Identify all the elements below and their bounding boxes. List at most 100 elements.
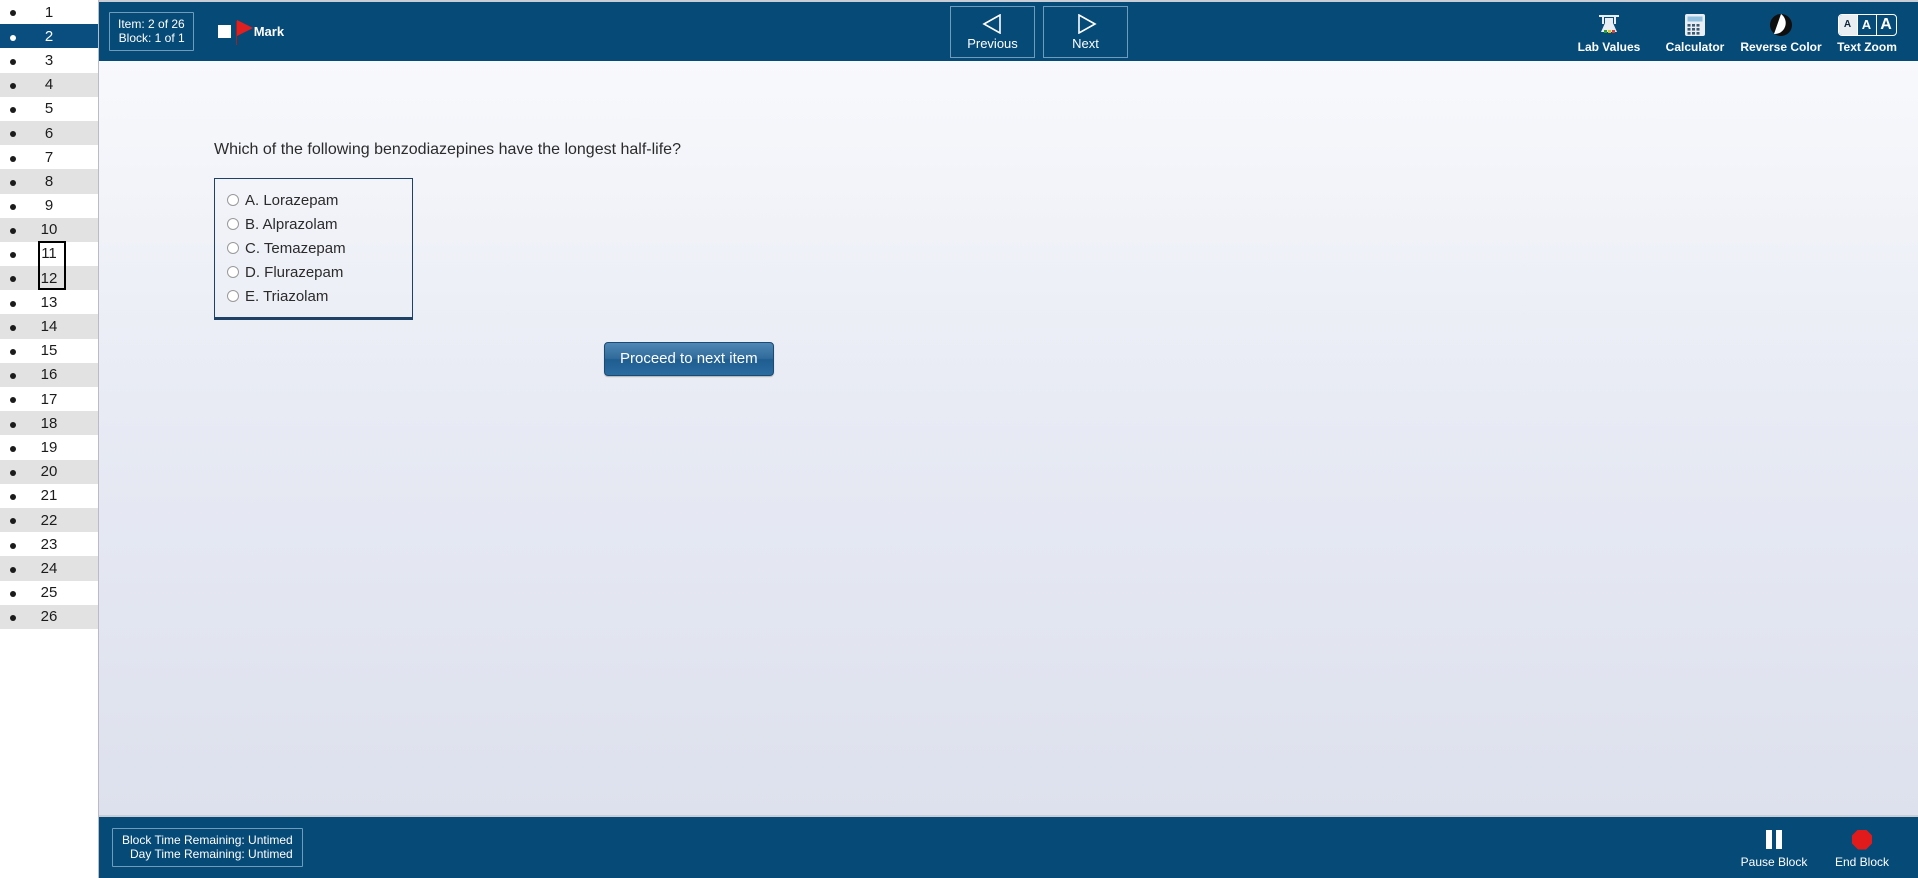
nav-item-number: 9 [44, 197, 54, 215]
nav-item-2[interactable]: 2 [0, 24, 98, 49]
nav-item-number: 1 [44, 3, 54, 21]
nav-item-11[interactable]: 11 [0, 241, 98, 267]
nav-item-bullet [0, 440, 26, 454]
nav-item-number: 26 [40, 608, 58, 626]
answer-radio-button[interactable] [227, 242, 239, 254]
stop-icon [1852, 829, 1872, 851]
proceed-to-next-item-button[interactable]: Proceed to next item [604, 342, 774, 376]
nav-item-bullet [0, 223, 26, 237]
end-block-button[interactable]: End Block [1824, 829, 1900, 869]
nav-item-15[interactable]: 15 [0, 338, 98, 363]
calculator-label: Calculator [1665, 39, 1725, 54]
answer-option-label: D. Flurazepam [245, 263, 344, 281]
main-column: Item: 2 of 26 Block: 1 of 1 Mark Previou… [99, 0, 1918, 878]
nav-item-number: 6 [44, 124, 54, 142]
text-zoom-small[interactable]: A [1838, 14, 1858, 35]
mark-label: Mark [253, 24, 285, 39]
next-label: Next [1072, 35, 1099, 51]
answer-option-b[interactable]: B. Alprazolam [215, 212, 412, 236]
nav-item-number: 4 [44, 76, 54, 94]
nav-item-20[interactable]: 20 [0, 459, 98, 484]
calculator-button[interactable]: Calculator [1652, 4, 1738, 62]
previous-label: Previous [967, 35, 1018, 51]
nav-item-bullet [0, 586, 26, 600]
previous-button[interactable]: Previous [950, 6, 1035, 58]
nav-item-22[interactable]: 22 [0, 507, 98, 533]
lab-values-button[interactable]: Lab Values [1566, 4, 1652, 62]
answer-option-d[interactable]: D. Flurazepam [215, 260, 412, 284]
nav-item-number: 22 [40, 511, 58, 529]
nav-item-16[interactable]: 16 [0, 362, 98, 387]
pause-block-label: Pause Block [1740, 854, 1808, 869]
text-zoom-icon: A A A [1837, 12, 1897, 38]
nav-item-number: 15 [40, 342, 58, 360]
reverse-color-button[interactable]: Reverse Color [1738, 4, 1824, 62]
reverse-color-label: Reverse Color [1740, 39, 1822, 54]
block-controls: Pause Block End Block [1736, 817, 1900, 878]
nav-item-24[interactable]: 24 [0, 556, 98, 581]
nav-item-5[interactable]: 5 [0, 96, 98, 121]
answer-radio-button[interactable] [227, 194, 239, 206]
nav-item-bullet [0, 295, 26, 309]
tool-buttons: Lab Values Calculator Reverse Color A A … [1566, 2, 1910, 63]
answer-radio-button[interactable] [227, 218, 239, 230]
nav-item-number: 17 [40, 390, 58, 408]
nav-item-4[interactable]: 4 [0, 72, 98, 97]
pause-block-button[interactable]: Pause Block [1736, 829, 1812, 869]
nav-item-number: 19 [40, 438, 58, 456]
nav-item-bullet [0, 150, 26, 164]
nav-item-19[interactable]: 19 [0, 435, 98, 460]
nav-item-bullet [0, 513, 26, 527]
next-arrow-icon [1073, 13, 1099, 36]
nav-item-number: 21 [40, 487, 58, 505]
nav-item-number: 7 [44, 148, 54, 166]
nav-item-8[interactable]: 8 [0, 169, 98, 194]
nav-item-number: 25 [40, 584, 58, 602]
question-content-area: Which of the following benzodiazepines h… [99, 61, 1918, 815]
nav-item-number: 3 [44, 51, 54, 69]
answer-option-label: B. Alprazolam [245, 215, 338, 233]
answer-option-c[interactable]: C. Temazepam [215, 236, 412, 260]
nav-item-number: 14 [40, 318, 58, 336]
nav-item-bullet [0, 537, 26, 551]
nav-item-17[interactable]: 17 [0, 387, 98, 412]
answer-radio-button[interactable] [227, 290, 239, 302]
nav-item-25[interactable]: 25 [0, 580, 98, 605]
answer-option-e[interactable]: E. Triazolam [215, 284, 412, 308]
nav-item-21[interactable]: 21 [0, 483, 98, 508]
text-zoom-large[interactable]: A [1877, 15, 1896, 35]
mark-checkbox[interactable] [217, 25, 231, 38]
answer-option-a[interactable]: A. Lorazepam [215, 188, 412, 212]
text-zoom-medium[interactable]: A [1858, 14, 1877, 35]
time-remaining-box: Block Time Remaining: Untimed Day Time R… [112, 828, 303, 867]
nav-item-3[interactable]: 3 [0, 48, 98, 73]
nav-item-23[interactable]: 23 [0, 532, 98, 557]
answer-options-group: A. Lorazepam B. Alprazolam C. Temazepam D. … [214, 178, 413, 320]
nav-item-7[interactable]: 7 [0, 145, 98, 170]
nav-item-number: 23 [40, 535, 58, 553]
nav-item-9[interactable]: 9 [0, 193, 98, 218]
nav-item-bullet [0, 199, 26, 213]
text-zoom-button[interactable]: A A A Text Zoom [1824, 4, 1910, 62]
nav-item-13[interactable]: 13 [0, 290, 98, 315]
nav-item-18[interactable]: 18 [0, 411, 98, 436]
nav-item-bullet [0, 271, 26, 285]
answer-option-label: C. Temazepam [245, 239, 346, 257]
nav-item-14[interactable]: 14 [0, 314, 98, 339]
nav-item-12[interactable]: 12 [0, 266, 98, 291]
nav-item-number: 13 [40, 293, 58, 311]
nav-item-6[interactable]: 6 [0, 120, 98, 146]
nav-item-1[interactable]: 1 [0, 0, 98, 25]
nav-item-26[interactable]: 26 [0, 604, 98, 629]
mark-control[interactable]: Mark [217, 19, 285, 45]
item-block-info: Item: 2 of 26 Block: 1 of 1 [109, 12, 194, 51]
nav-item-10[interactable]: 10 [0, 217, 98, 242]
calculator-icon [1684, 12, 1706, 38]
item-number-list: 1 2 3 4 5 6 7 8 9 10 11 12 13 14 15 16 17 18 19 20 21 22 23 24 2… [0, 0, 98, 629]
previous-arrow-icon [980, 13, 1006, 36]
navigation-buttons: Previous Next [950, 6, 1128, 58]
item-counter-text: Item: 2 of 26 [118, 17, 185, 31]
next-button[interactable]: Next [1043, 6, 1128, 58]
nav-item-number: 2 [44, 27, 54, 45]
answer-radio-button[interactable] [227, 266, 239, 278]
